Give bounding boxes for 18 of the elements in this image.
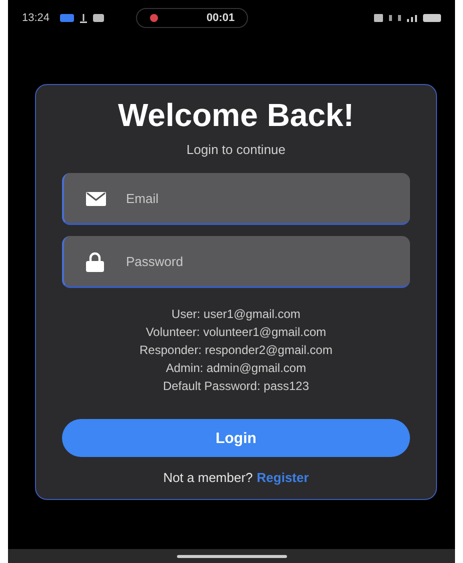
email-field[interactable]: Email: [62, 173, 410, 225]
password-field[interactable]: Password: [62, 236, 410, 288]
credential-hint: User: user1@gmail.com: [172, 307, 300, 321]
signal-icon: [407, 14, 417, 22]
credential-hint: Volunteer: volunteer1@gmail.com: [146, 325, 326, 339]
status-time: 13:24: [22, 12, 50, 24]
register-link[interactable]: Register: [256, 470, 309, 485]
login-subtitle: Login to continue: [186, 142, 286, 157]
login-button[interactable]: Login: [62, 419, 410, 457]
credential-hint: Admin: admin@gmail.com: [166, 361, 306, 375]
welcome-title: Welcome Back!: [118, 97, 354, 134]
record-icon: [148, 13, 159, 23]
home-indicator[interactable]: [176, 554, 286, 558]
credential-hint: Default Password: pass123: [162, 379, 310, 393]
credential-hint: Responder: responder2@gmail.com: [140, 343, 332, 357]
battery-icon: [423, 14, 441, 22]
recording-time: 00:01: [206, 12, 235, 24]
footer-text: Not a member?: [163, 470, 253, 485]
